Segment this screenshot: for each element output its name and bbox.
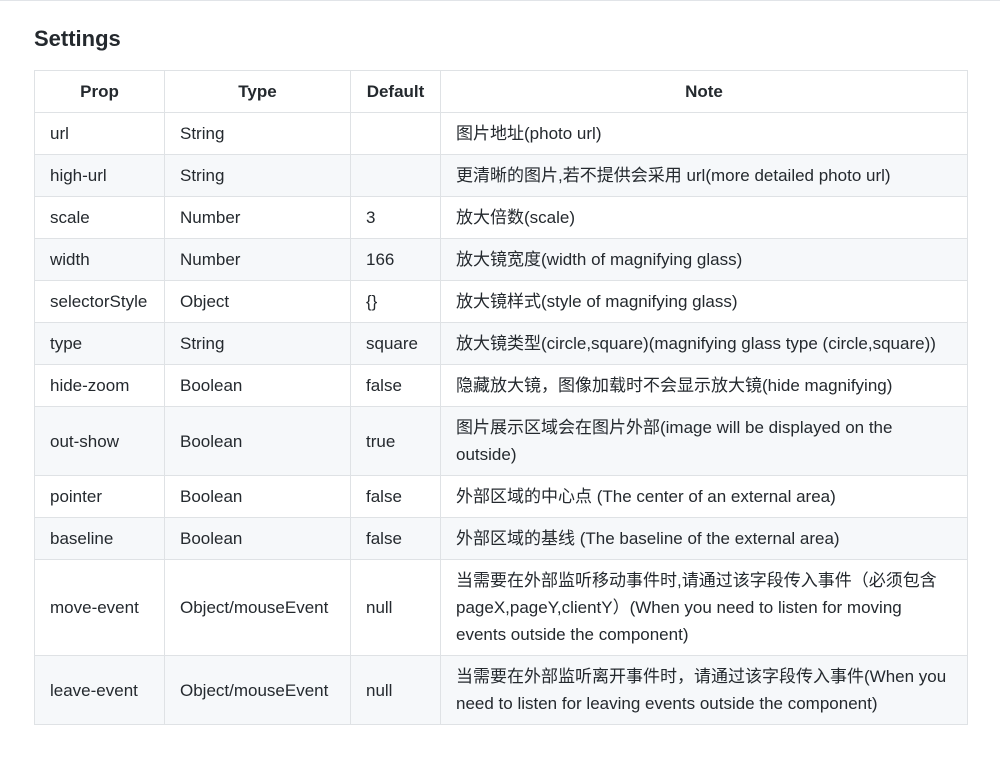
header-prop: Prop — [34, 70, 165, 113]
cell-default: null — [350, 655, 441, 725]
cell-prop: scale — [34, 196, 165, 239]
table-row: out-show Boolean true 图片展示区域会在图片外部(image… — [34, 406, 968, 476]
cell-prop: out-show — [34, 406, 165, 476]
settings-table: Prop Type Default Note url String 图片地址(p… — [34, 70, 968, 725]
table-row: scale Number 3 放大倍数(scale) — [34, 196, 968, 239]
table-header-row: Prop Type Default Note — [34, 70, 968, 113]
cell-prop: selectorStyle — [34, 280, 165, 323]
section-heading: Settings — [34, 26, 121, 51]
cell-default: false — [350, 517, 441, 560]
table-row: baseline Boolean false 外部区域的基线 (The base… — [34, 517, 968, 560]
table-row: leave-event Object/mouseEvent null 当需要在外… — [34, 655, 968, 725]
cell-default: false — [350, 364, 441, 407]
cell-note: 放大倍数(scale) — [440, 196, 968, 239]
header-default: Default — [350, 70, 441, 113]
table-row: hide-zoom Boolean false 隐藏放大镜，图像加载时不会显示放… — [34, 364, 968, 407]
table-row: width Number 166 放大镜宽度(width of magnifyi… — [34, 238, 968, 281]
cell-prop: high-url — [34, 154, 165, 197]
cell-prop: pointer — [34, 475, 165, 518]
cell-note: 当需要在外部监听离开事件时，请通过该字段传入事件(When you need t… — [440, 655, 968, 725]
cell-type: String — [164, 322, 351, 365]
cell-type: String — [164, 112, 351, 155]
cell-type: Boolean — [164, 517, 351, 560]
table-row: pointer Boolean false 外部区域的中心点 (The cent… — [34, 475, 968, 518]
cell-type: Boolean — [164, 364, 351, 407]
cell-note: 图片展示区域会在图片外部(image will be displayed on … — [440, 406, 968, 476]
cell-default — [350, 154, 441, 197]
cell-note: 更清晰的图片,若不提供会采用 url(more detailed photo u… — [440, 154, 968, 197]
table-row: high-url String 更清晰的图片,若不提供会采用 url(more … — [34, 154, 968, 197]
cell-note: 外部区域的中心点 (The center of an external area… — [440, 475, 968, 518]
header-note: Note — [440, 70, 968, 113]
cell-prop: leave-event — [34, 655, 165, 725]
cell-default: 3 — [350, 196, 441, 239]
cell-prop: type — [34, 322, 165, 365]
cell-note: 图片地址(photo url) — [440, 112, 968, 155]
cell-note: 放大镜样式(style of magnifying glass) — [440, 280, 968, 323]
cell-note: 放大镜宽度(width of magnifying glass) — [440, 238, 968, 281]
top-divider — [0, 0, 1000, 1]
table-row: url String 图片地址(photo url) — [34, 112, 968, 155]
header-type: Type — [164, 70, 351, 113]
cell-type: Object — [164, 280, 351, 323]
cell-type: Number — [164, 238, 351, 281]
cell-type: Object/mouseEvent — [164, 655, 351, 725]
cell-default: null — [350, 559, 441, 656]
cell-type: String — [164, 154, 351, 197]
table-row: selectorStyle Object {} 放大镜样式(style of m… — [34, 280, 968, 323]
cell-note: 外部区域的基线 (The baseline of the external ar… — [440, 517, 968, 560]
cell-prop: move-event — [34, 559, 165, 656]
cell-default — [350, 112, 441, 155]
cell-note: 当需要在外部监听移动事件时,请通过该字段传入事件（必须包含 pageX,page… — [440, 559, 968, 656]
cell-type: Boolean — [164, 406, 351, 476]
cell-default: 166 — [350, 238, 441, 281]
cell-default: square — [350, 322, 441, 365]
cell-note: 隐藏放大镜，图像加载时不会显示放大镜(hide magnifying) — [440, 364, 968, 407]
cell-default: {} — [350, 280, 441, 323]
cell-prop: hide-zoom — [34, 364, 165, 407]
cell-prop: width — [34, 238, 165, 281]
cell-type: Number — [164, 196, 351, 239]
cell-prop: url — [34, 112, 165, 155]
cell-default: true — [350, 406, 441, 476]
cell-default: false — [350, 475, 441, 518]
cell-type: Object/mouseEvent — [164, 559, 351, 656]
cell-prop: baseline — [34, 517, 165, 560]
cell-note: 放大镜类型(circle,square)(magnifying glass ty… — [440, 322, 968, 365]
cell-type: Boolean — [164, 475, 351, 518]
table-row: move-event Object/mouseEvent null 当需要在外部… — [34, 559, 968, 656]
table-row: type String square 放大镜类型(circle,square)(… — [34, 322, 968, 365]
